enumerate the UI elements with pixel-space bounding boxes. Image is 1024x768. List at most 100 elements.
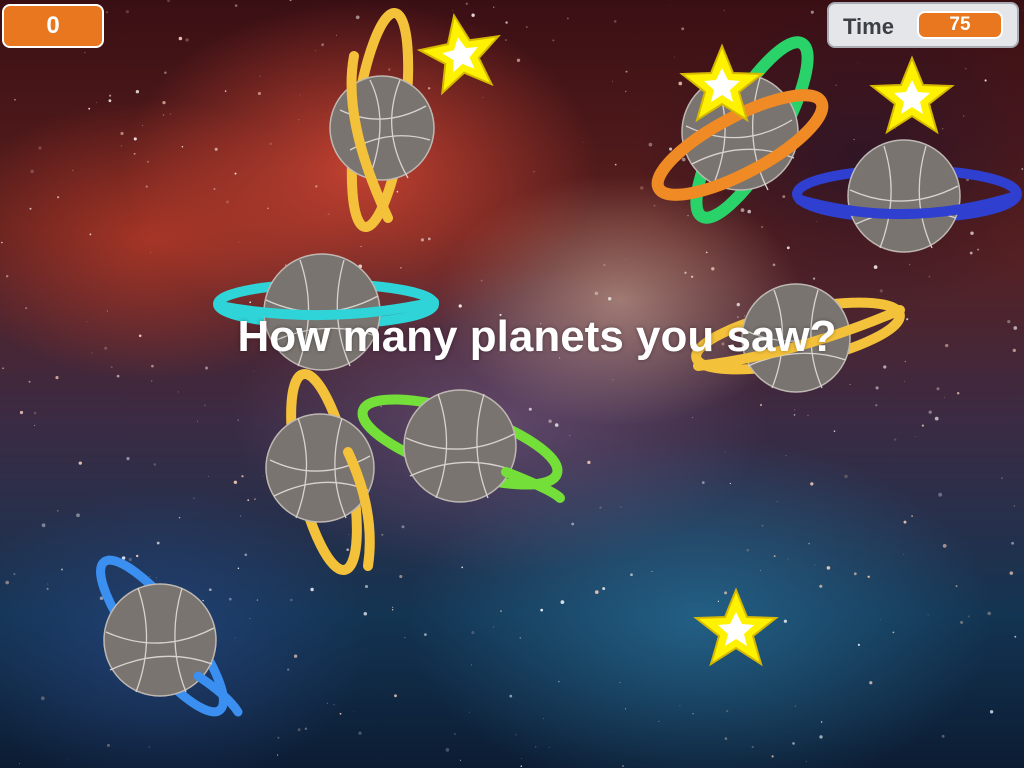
background-star [540, 608, 544, 612]
background-star [247, 499, 250, 502]
background-star [88, 107, 91, 110]
background-star [233, 480, 238, 485]
score-counter: 0 [2, 4, 104, 48]
planet-3[interactable] [792, 139, 1022, 255]
background-star [420, 238, 425, 242]
background-star [57, 196, 60, 199]
background-star [339, 712, 342, 715]
background-star [805, 760, 807, 762]
background-star [684, 271, 687, 274]
background-star [33, 411, 37, 415]
background-star [204, 404, 206, 407]
background-star [614, 163, 617, 166]
background-star [956, 391, 960, 395]
background-star [108, 99, 112, 103]
background-star [107, 743, 110, 747]
background-star [903, 520, 907, 524]
background-star [150, 380, 153, 382]
background-star [640, 186, 644, 190]
background-star [84, 51, 86, 54]
background-star [24, 306, 28, 310]
background-star [915, 436, 917, 437]
background-star [181, 146, 184, 148]
background-star [875, 404, 878, 407]
background-star [783, 619, 788, 623]
background-star [813, 277, 816, 280]
background-star [692, 713, 694, 715]
background-star [109, 94, 112, 97]
background-star [879, 619, 881, 620]
background-star [826, 566, 831, 570]
background-star [844, 474, 848, 479]
background-star [13, 573, 16, 576]
background-star [19, 410, 24, 415]
background-star [135, 90, 140, 94]
background-star [543, 718, 544, 719]
background-star [224, 90, 227, 92]
background-star [962, 115, 965, 117]
background-star [169, 113, 171, 115]
background-star [787, 558, 789, 560]
background-star [445, 748, 450, 752]
background-star [690, 275, 694, 279]
background-star [679, 705, 681, 707]
background-star [237, 419, 240, 421]
background-star [164, 71, 167, 75]
background-star [259, 75, 261, 77]
background-star [153, 463, 157, 466]
background-star [967, 482, 969, 484]
background-star [808, 542, 810, 545]
background-star [582, 141, 584, 143]
background-star [746, 548, 750, 552]
background-star [941, 734, 945, 738]
background-star [819, 584, 823, 588]
background-star [724, 451, 726, 453]
background-star [72, 169, 74, 171]
background-star [867, 575, 870, 579]
background-star [681, 27, 685, 31]
background-star [964, 67, 967, 70]
background-star [691, 416, 694, 419]
background-star [911, 515, 913, 517]
background-star [612, 379, 614, 381]
background-star [110, 366, 113, 369]
background-star [793, 414, 796, 416]
game-stage[interactable]: 0 Time 75 How many planets you saw? [0, 0, 1024, 768]
timer-value: 75 [917, 11, 1003, 39]
background-star [47, 583, 49, 585]
star-icon [693, 587, 779, 667]
background-star [287, 668, 290, 671]
background-star [55, 376, 59, 380]
background-star [516, 58, 521, 63]
background-star [315, 50, 316, 52]
background-star [185, 38, 189, 42]
background-star [234, 4, 238, 7]
background-star [249, 617, 251, 620]
background-star [987, 611, 991, 616]
background-star [810, 482, 814, 486]
planet-7[interactable] [356, 386, 566, 506]
background-star [167, 0, 170, 2]
background-star [364, 584, 369, 589]
background-star [751, 745, 754, 749]
background-star [60, 568, 64, 571]
background-star [773, 555, 776, 558]
background-star [723, 9, 725, 11]
background-star [326, 702, 329, 704]
background-star [360, 245, 362, 248]
background-star [178, 36, 183, 41]
background-star [254, 498, 256, 500]
background-star [14, 98, 16, 101]
background-star [240, 515, 242, 517]
score-value: 0 [46, 12, 60, 39]
background-star [315, 185, 318, 188]
background-star [525, 26, 528, 28]
planet-8[interactable] [78, 555, 248, 718]
background-star [391, 609, 394, 611]
background-star [857, 62, 858, 63]
background-star [587, 460, 591, 465]
background-star [500, 610, 502, 613]
background-star [520, 765, 523, 768]
background-star [162, 100, 166, 105]
background-star [938, 492, 943, 497]
